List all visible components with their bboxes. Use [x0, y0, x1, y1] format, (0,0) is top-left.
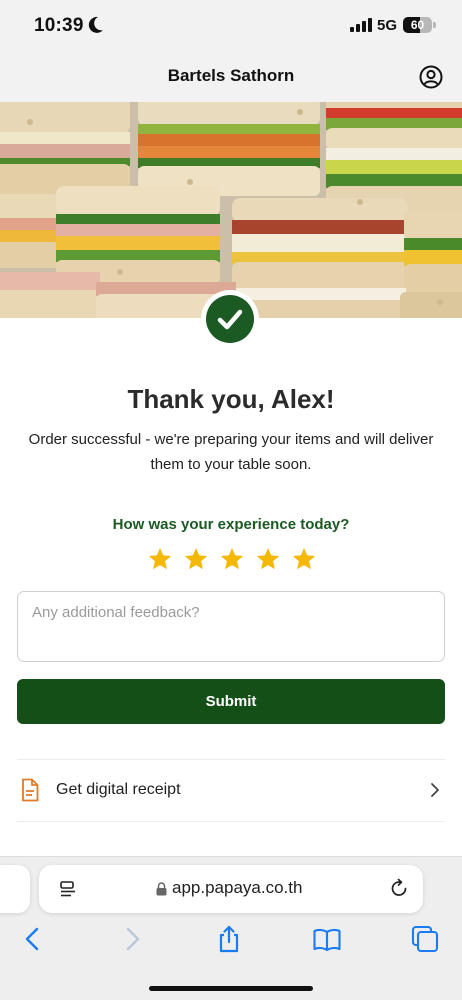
star-icon[interactable]: [291, 546, 317, 572]
home-indicator: [149, 986, 313, 991]
success-circle: [206, 295, 254, 343]
battery-cap: [433, 22, 436, 28]
status-bar: 10:39 5G 60: [0, 0, 462, 52]
cellular-signal-icon: [350, 18, 372, 32]
bookmarks-icon[interactable]: [312, 924, 342, 954]
battery-percent: 60: [410, 18, 425, 32]
sandwich-platter-photo: [0, 102, 462, 318]
feedback-input[interactable]: [17, 591, 445, 662]
star-icon[interactable]: [183, 546, 209, 572]
receipt-label: Get digital receipt: [56, 781, 181, 798]
address-bar[interactable]: app.papaya.co.th: [39, 865, 423, 913]
digital-receipt-row[interactable]: Get digital receipt: [17, 760, 445, 820]
previous-tab-preview[interactable]: [0, 865, 30, 913]
account-circle-icon[interactable]: [419, 65, 443, 89]
app-header: Bartels Sathorn: [0, 52, 462, 102]
hero-food-image: [0, 102, 462, 318]
url-text[interactable]: app.papaya.co.th: [172, 878, 302, 898]
forward-icon[interactable]: [117, 924, 147, 954]
rating-question: How was your experience today?: [112, 516, 350, 533]
restaurant-title: Bartels Sathorn: [167, 66, 295, 85]
star-icon[interactable]: [147, 546, 173, 572]
reload-icon[interactable]: [389, 878, 409, 898]
battery-icon: 60: [403, 17, 432, 33]
star-rating: [147, 546, 317, 576]
checkmark-icon: [217, 309, 243, 330]
tabs-icon[interactable]: [410, 924, 440, 954]
back-icon[interactable]: [18, 924, 48, 954]
divider: [17, 821, 445, 822]
star-icon[interactable]: [219, 546, 245, 572]
page-menu-icon[interactable]: [59, 880, 77, 898]
status-time: 10:39: [34, 15, 84, 36]
chevron-right-icon: [431, 783, 439, 797]
document-icon: [22, 778, 39, 802]
share-icon[interactable]: [214, 924, 244, 954]
star-icon[interactable]: [255, 546, 281, 572]
lock-icon: [156, 882, 167, 896]
thank-you-heading: Thank you, Alex!: [127, 384, 335, 414]
order-status-message: Order successful - we're preparing your …: [28, 431, 434, 473]
moon-icon: [88, 16, 103, 33]
network-type: 5G: [377, 17, 398, 34]
submit-button[interactable]: Submit: [17, 679, 445, 724]
success-badge: [201, 290, 259, 348]
